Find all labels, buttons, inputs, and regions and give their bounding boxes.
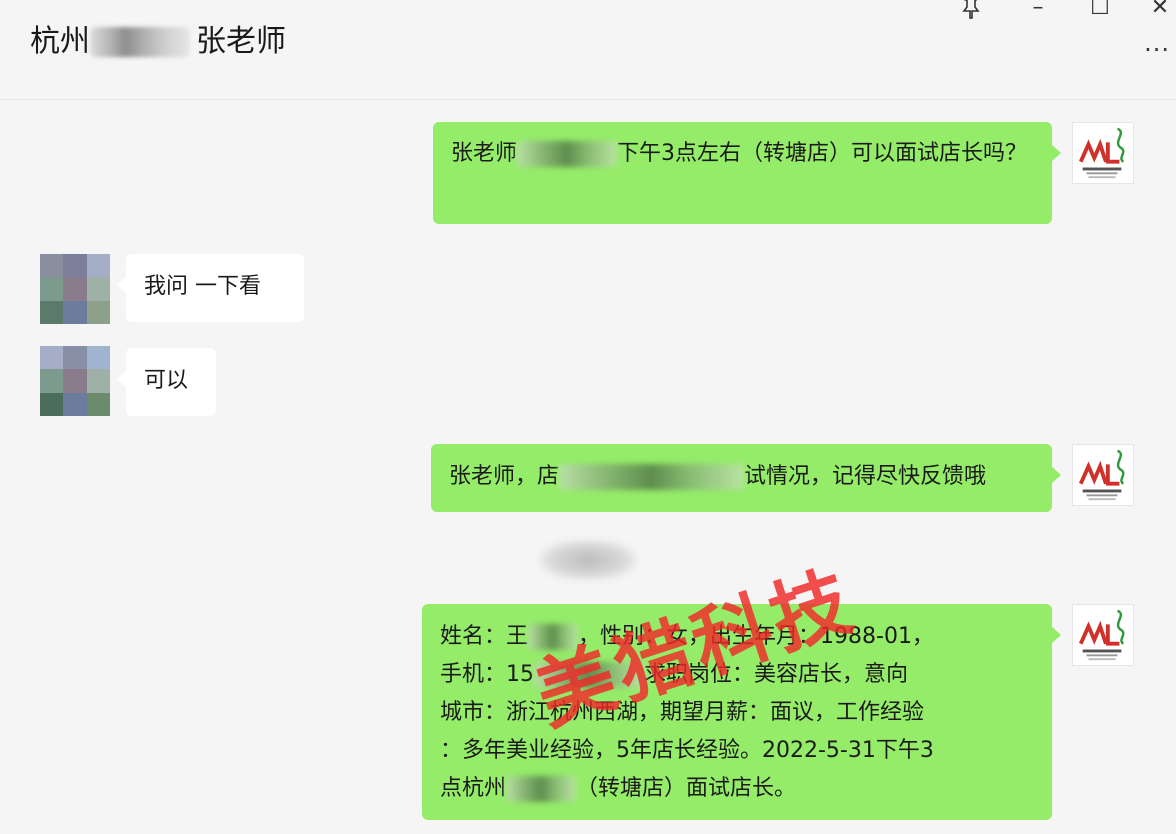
- meilie-logo-icon: [1078, 449, 1125, 501]
- message-text: 张老师，店 试情况，记得尽快反馈哦: [449, 464, 987, 490]
- redacted-text-blur: [528, 624, 579, 650]
- redacted-text-blur: [506, 776, 577, 802]
- redacted-text-blur: [534, 662, 644, 688]
- message-text: 可以: [144, 368, 189, 393]
- my-avatar-logo[interactable]: [1072, 122, 1134, 184]
- my-avatar-logo[interactable]: [1072, 604, 1134, 666]
- meilie-logo-icon: [1078, 127, 1125, 179]
- message-bubble-outgoing[interactable]: 姓名：王 ，性别：女，出生年月：1988-01， 手机：15 求职岗位：美容店长，意…: [422, 604, 1061, 820]
- minimize-button[interactable]: –: [1024, 0, 1052, 22]
- chat-title: 杭州 张老师: [30, 22, 286, 62]
- redacted-text-blur: [559, 464, 745, 490]
- pin-icon[interactable]: [958, 0, 986, 22]
- message-bubble-outgoing[interactable]: 张老师 下午3点左右（转塘店）可以面试店长吗？: [433, 122, 1061, 224]
- maximize-button[interactable]: ☐: [1086, 0, 1114, 22]
- redacted-timestamp-blur: [540, 540, 636, 580]
- message-bubble-incoming[interactable]: 我问 一下看: [117, 254, 304, 322]
- contact-avatar[interactable]: [40, 346, 110, 416]
- my-avatar-logo[interactable]: [1072, 444, 1134, 506]
- chat-title-prefix: 杭州: [30, 24, 90, 59]
- close-button[interactable]: ✕: [1146, 0, 1174, 22]
- message-bubble-outgoing[interactable]: 张老师，店 试情况，记得尽快反馈哦: [431, 444, 1061, 512]
- message-text: 我问 一下看: [144, 274, 261, 299]
- meilie-logo-icon: [1078, 609, 1125, 661]
- message-text: 姓名：王 ，性别：女，出生年月：1988-01， 手机：15 求职岗位：美容店长，意…: [440, 624, 934, 802]
- chat-title-suffix: 张老师: [196, 24, 286, 59]
- redacted-text-blur: [517, 141, 618, 167]
- redacted-name-blur: [90, 27, 190, 57]
- more-options-button[interactable]: ···: [1144, 38, 1170, 62]
- contact-avatar[interactable]: [40, 254, 110, 324]
- message-bubble-incoming[interactable]: 可以: [117, 348, 216, 416]
- chat-header: 杭州 张老师 – ☐ ✕ ···: [0, 0, 1176, 100]
- message-text: 张老师 下午3点左右（转塘店）可以面试店长吗？: [451, 141, 1028, 167]
